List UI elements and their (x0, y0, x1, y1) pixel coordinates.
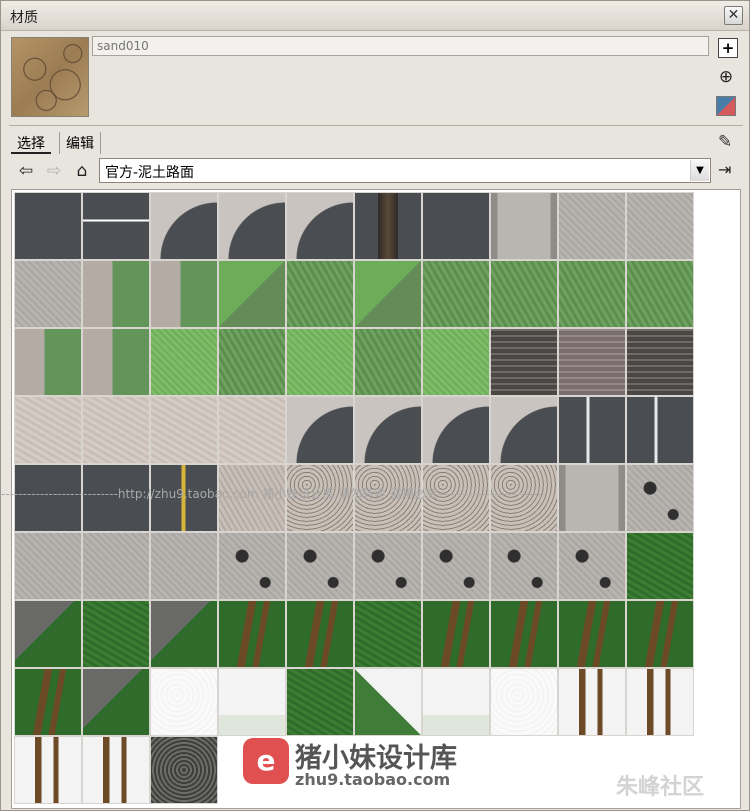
material-thumbnail[interactable] (490, 192, 558, 260)
material-thumbnail[interactable] (490, 532, 558, 600)
material-thumbnail[interactable] (218, 668, 286, 736)
material-thumbnail[interactable] (354, 396, 422, 464)
material-thumbnail[interactable] (286, 328, 354, 396)
material-thumbnail[interactable] (490, 668, 558, 736)
material-thumbnail[interactable] (626, 396, 694, 464)
material-thumbnail[interactable] (82, 396, 150, 464)
details-icon[interactable]: ⇥ (718, 160, 731, 179)
material-name-field[interactable] (92, 36, 709, 56)
eyedropper-icon[interactable]: ✎ (718, 132, 732, 152)
material-thumbnail[interactable] (558, 192, 626, 260)
material-thumbnail[interactable] (354, 532, 422, 600)
material-thumbnail[interactable] (14, 260, 82, 328)
watermark: e 猪小妹设计库 zhu9.taobao.com (243, 736, 503, 796)
material-thumbnail[interactable] (490, 396, 558, 464)
material-thumbnail[interactable] (626, 532, 694, 600)
material-thumbnail[interactable] (150, 192, 218, 260)
material-thumbnail[interactable] (150, 396, 218, 464)
material-thumbnail[interactable] (286, 532, 354, 600)
material-thumbnail[interactable] (82, 192, 150, 260)
chevron-down-icon[interactable]: ▼ (690, 160, 709, 181)
title-bar[interactable]: 材质 ✕ (1, 1, 749, 31)
tab-select[interactable]: 选择 (11, 132, 51, 154)
material-thumbnail[interactable] (422, 260, 490, 328)
material-thumbnail[interactable] (422, 668, 490, 736)
material-preview-swatch[interactable] (11, 37, 89, 117)
material-thumbnail[interactable] (82, 668, 150, 736)
community-watermark: 朱峰社区 (616, 775, 705, 800)
material-thumbnail[interactable] (150, 328, 218, 396)
material-thumbnail[interactable] (490, 600, 558, 668)
material-thumbnail[interactable] (286, 260, 354, 328)
material-thumbnail[interactable] (14, 328, 82, 396)
watermark-line: ---------------------------http://zhu9.t… (1, 487, 542, 501)
forward-arrow-icon[interactable]: ⇨ (43, 160, 65, 182)
material-thumbnail[interactable] (558, 328, 626, 396)
material-thumbnail[interactable] (422, 600, 490, 668)
material-thumbnail[interactable] (82, 532, 150, 600)
material-thumbnail[interactable] (218, 600, 286, 668)
material-thumbnail[interactable] (14, 396, 82, 464)
material-thumbnail[interactable] (558, 260, 626, 328)
material-thumbnail[interactable] (422, 532, 490, 600)
material-thumbnail[interactable] (558, 532, 626, 600)
default-color-icon[interactable] (716, 96, 736, 116)
divider (9, 125, 743, 126)
material-thumbnail[interactable] (82, 600, 150, 668)
material-thumbnail[interactable] (286, 396, 354, 464)
material-thumbnail[interactable] (558, 668, 626, 736)
material-thumbnail[interactable] (14, 736, 82, 804)
material-thumbnail[interactable] (354, 260, 422, 328)
material-thumbnail[interactable] (82, 736, 150, 804)
material-thumbnail[interactable] (14, 192, 82, 260)
material-thumbnail[interactable] (422, 396, 490, 464)
back-arrow-icon[interactable]: ⇦ (15, 160, 37, 182)
material-thumbnail[interactable] (150, 532, 218, 600)
material-thumbnail[interactable] (82, 260, 150, 328)
home-icon[interactable]: ⌂ (71, 160, 93, 182)
library-selected-value: 官方-泥土路面 (105, 165, 195, 181)
material-thumbnail[interactable] (558, 600, 626, 668)
material-thumbnail[interactable] (490, 260, 558, 328)
material-thumbnail[interactable] (354, 600, 422, 668)
material-thumbnail[interactable] (286, 600, 354, 668)
add-to-model-icon[interactable]: ⊕ (716, 67, 736, 87)
material-thumbnail[interactable] (150, 736, 218, 804)
material-thumbnail[interactable] (626, 600, 694, 668)
library-dropdown[interactable]: 官方-泥土路面 ▼ (99, 158, 711, 183)
material-thumbnail[interactable] (82, 328, 150, 396)
material-thumbnail[interactable] (422, 192, 490, 260)
material-thumbnail[interactable] (354, 192, 422, 260)
material-thumbnail[interactable] (558, 396, 626, 464)
watermark-url: zhu9.taobao.com (295, 770, 451, 789)
material-thumbnail[interactable] (14, 532, 82, 600)
material-thumbnail[interactable] (286, 192, 354, 260)
material-thumbnail[interactable] (218, 396, 286, 464)
material-thumbnail[interactable] (218, 532, 286, 600)
material-thumbnail[interactable] (218, 260, 286, 328)
window-title: 材质 (10, 10, 38, 26)
material-thumbnail[interactable] (14, 600, 82, 668)
material-thumbnail[interactable] (286, 668, 354, 736)
material-thumbnail[interactable] (626, 328, 694, 396)
material-thumbnail[interactable] (626, 260, 694, 328)
material-thumbnail[interactable] (626, 668, 694, 736)
material-thumbnail[interactable] (14, 668, 82, 736)
material-thumbnail[interactable] (354, 328, 422, 396)
material-thumbnail[interactable] (218, 328, 286, 396)
material-thumbnail[interactable] (150, 600, 218, 668)
material-thumbnail[interactable] (150, 260, 218, 328)
material-thumbnail[interactable] (490, 328, 558, 396)
material-thumbnail[interactable] (218, 192, 286, 260)
close-button[interactable]: ✕ (724, 6, 743, 25)
material-thumbnail[interactable] (626, 192, 694, 260)
material-thumbnail[interactable] (150, 668, 218, 736)
materials-window: 材质 ✕ + ⊕ 选择 编辑 ✎ ⇦ ⇨ ⌂ 官方-泥土路面 ▼ ⇥ -----… (0, 0, 750, 811)
tab-edit[interactable]: 编辑 (59, 132, 101, 154)
material-thumbnail[interactable] (354, 668, 422, 736)
create-material-icon[interactable]: + (718, 38, 738, 58)
material-thumbnail[interactable] (422, 328, 490, 396)
watermark-logo-icon: e (243, 738, 289, 784)
